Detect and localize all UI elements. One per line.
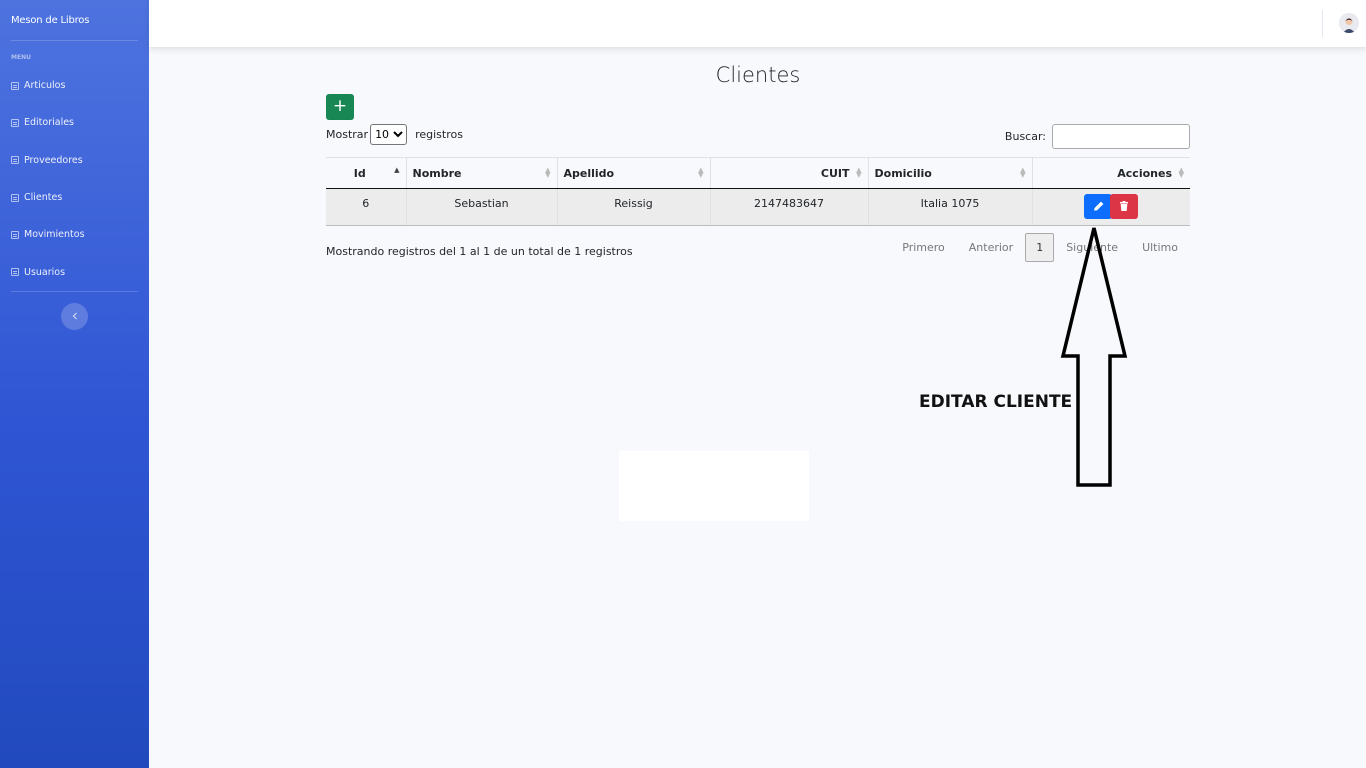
sidebar-item-editoriales[interactable]: Editoriales: [0, 104, 149, 141]
table-icon: [11, 118, 19, 127]
sidebar-item-movimientos[interactable]: Movimientos: [0, 216, 149, 253]
sidebar-heading: MENU: [11, 54, 31, 61]
cell-apellido: Reissig: [557, 188, 711, 226]
pencil-icon: [1094, 201, 1104, 211]
page-length-select[interactable]: 10: [370, 124, 408, 145]
annotation-arrow: [1060, 227, 1128, 487]
cell-domicilio: Italia 1075: [868, 188, 1033, 226]
table-icon: [11, 81, 19, 90]
column-header-label: Nombre: [412, 166, 462, 180]
sort-icon: ▲ ▼: [698, 166, 704, 179]
table-row: 6 Sebastian Reissig 2147483647 Italia 10…: [326, 188, 1190, 226]
sidebar: Meson de Libros MENU Articulos Editorial…: [0, 0, 149, 768]
column-header-apellido[interactable]: Apellido ▲ ▼: [557, 157, 711, 189]
table-icon: [11, 268, 19, 277]
blank-panel: [619, 451, 809, 521]
search-label: Buscar:: [1004, 130, 1046, 143]
pagination: Primero Anterior 1 Siguiente Ultimo: [890, 233, 1190, 262]
column-header-domicilio[interactable]: Domicilio ▲ ▼: [868, 157, 1033, 189]
cell-nombre: Sebastian: [406, 188, 558, 226]
sidebar-item-usuarios[interactable]: Usuarios: [0, 253, 149, 290]
column-header-label: Apellido: [563, 166, 615, 180]
brand-title[interactable]: Meson de Libros: [0, 0, 149, 40]
cell-id: 6: [326, 188, 407, 226]
trash-icon: [1120, 201, 1129, 211]
table-info: Mostrando registros del 1 al 1 de un tot…: [326, 245, 633, 258]
sort-icon: ▲ ▼: [856, 166, 862, 179]
page-length-control: Mostrar 10 registros: [326, 124, 463, 145]
sidebar-item-label: Editoriales: [24, 117, 75, 129]
sidebar-toggle-wrap: [0, 292, 149, 330]
sidebar-item-articulos[interactable]: Articulos: [0, 67, 149, 104]
sidebar-toggle-button[interactable]: [61, 302, 88, 330]
delete-button[interactable]: [1110, 194, 1139, 219]
edit-button[interactable]: [1084, 194, 1113, 219]
topbar: [149, 0, 1366, 47]
annotation-label: EDITAR CLIENTE: [919, 392, 1073, 412]
sort-icon: ▲ ▼: [545, 166, 551, 179]
search-input[interactable]: [1052, 124, 1190, 149]
sidebar-item-label: Proveedores: [24, 154, 83, 166]
column-header-acciones[interactable]: Acciones ▲ ▼: [1032, 157, 1190, 189]
pagination-current-page[interactable]: 1: [1025, 233, 1055, 262]
table-icon: [11, 156, 19, 165]
column-header-id[interactable]: Id ▲: [326, 157, 407, 189]
sidebar-item-clientes[interactable]: Clientes: [0, 179, 149, 216]
pagination-first[interactable]: Primero: [890, 241, 957, 254]
cell-acciones: [1032, 188, 1190, 226]
table-icon: [11, 230, 19, 239]
table-icon: [11, 193, 19, 202]
sort-icon: ▲ ▼: [1020, 166, 1026, 179]
sidebar-item-label: Usuarios: [24, 266, 66, 278]
cell-cuit: 2147483647: [710, 188, 869, 226]
column-header-nombre[interactable]: Nombre ▲ ▼: [406, 157, 558, 189]
sort-asc-icon: ▲: [394, 166, 400, 174]
pagination-prev[interactable]: Anterior: [957, 241, 1025, 254]
user-avatar-button[interactable]: [1339, 13, 1359, 33]
sidebar-item-proveedores[interactable]: Proveedores: [0, 142, 149, 179]
pagination-last[interactable]: Ultimo: [1130, 241, 1190, 254]
sidebar-item-label: Movimientos: [24, 229, 85, 241]
column-header-label: CUIT: [820, 166, 850, 180]
column-header-label: Id: [353, 166, 366, 180]
column-header-cuit[interactable]: CUIT ▲ ▼: [710, 157, 869, 189]
column-header-label: Domicilio: [874, 166, 932, 180]
page-title: Clientes: [715, 63, 801, 87]
length-suffix: registros: [415, 128, 463, 141]
sort-icon: ▲ ▼: [1178, 166, 1184, 179]
sidebar-item-label: Clientes: [24, 192, 63, 204]
clients-table: Id ▲ Nombre ▲ ▼ Apellido ▲ ▼ CUIT ▲ ▼ Domic…: [326, 157, 1190, 226]
search-control: Buscar:: [1005, 124, 1190, 149]
topbar-divider: [1322, 10, 1323, 37]
length-prefix: Mostrar: [326, 128, 369, 141]
chevron-left-icon: [72, 312, 77, 320]
column-header-label: Acciones: [1117, 166, 1172, 180]
user-avatar-icon: [1339, 13, 1359, 33]
add-client-button[interactable]: +: [326, 94, 354, 120]
sidebar-item-label: Articulos: [24, 80, 66, 92]
